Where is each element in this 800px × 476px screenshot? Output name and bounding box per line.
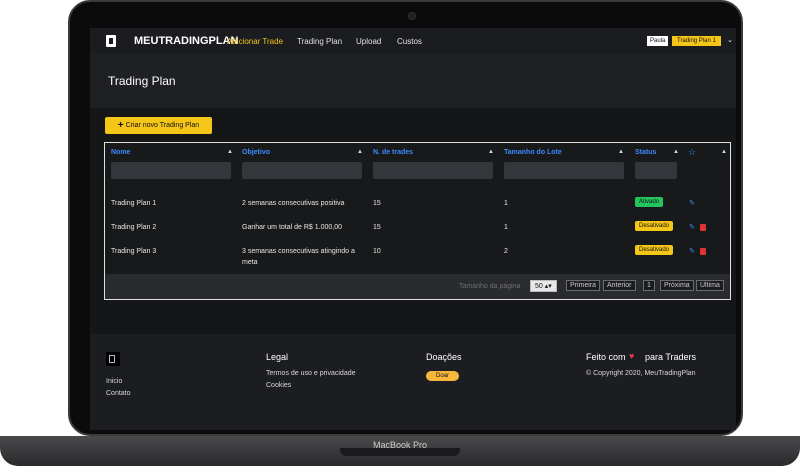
column-header-nome[interactable]: Nome — [111, 149, 130, 156]
first-page-button[interactable]: Primeira — [566, 280, 601, 291]
row1-trades: 15 — [373, 200, 381, 207]
current-plan-badge[interactable]: Trading Plan 1 — [672, 36, 721, 46]
brand-name[interactable]: MEUTRADINGPLAN — [134, 35, 239, 47]
sort-favorite-icon[interactable]: ▲ — [721, 149, 727, 155]
star-icon[interactable]: ☆ — [688, 147, 696, 158]
footer-donations-heading: Doações — [426, 352, 462, 362]
row1-nome: Trading Plan 1 — [111, 200, 157, 207]
camera-icon — [408, 12, 416, 20]
chevron-down-icon[interactable]: ⌄ — [727, 36, 733, 44]
app-screen: MEUTRADINGPLAN Adicionar Trade Trading P… — [90, 28, 736, 430]
plus-icon: + — [117, 120, 124, 131]
column-header-lote[interactable]: Tamanho do Lote — [504, 149, 562, 156]
page-header: Trading Plan — [90, 54, 736, 108]
footer-link-inicio[interactable]: Inicio — [106, 378, 122, 385]
sort-objetivo-icon[interactable]: ▲ — [357, 149, 363, 155]
nav-custos[interactable]: Custos — [397, 37, 422, 46]
row1-edit-icon[interactable]: ✎ — [689, 198, 695, 209]
column-header-trades[interactable]: N. de trades — [373, 149, 413, 156]
heart-icon: ♥ — [629, 351, 635, 361]
pagination-bar — [105, 274, 730, 299]
sort-nome-icon[interactable]: ▲ — [227, 149, 233, 155]
filter-status-input[interactable] — [635, 162, 677, 179]
current-page-button[interactable]: 1 — [643, 280, 655, 291]
footer — [90, 334, 736, 430]
create-trading-plan-button[interactable]: + Criar novo Trading Plan — [105, 117, 212, 134]
page-size-label: Tamanho da página — [459, 283, 521, 290]
filter-lote-input[interactable] — [504, 162, 624, 179]
footer-logo-icon[interactable] — [106, 352, 120, 366]
donate-button[interactable]: Doar — [426, 371, 459, 381]
user-badge[interactable]: Paula — [647, 36, 669, 46]
footer-made-with-prefix: Feito com — [586, 352, 626, 362]
last-page-button[interactable]: Ultima — [696, 280, 724, 291]
nav-upload[interactable]: Upload — [356, 37, 381, 46]
row3-lote: 2 — [504, 248, 508, 255]
filter-nome-input[interactable] — [111, 162, 231, 179]
page-size-value: 50 — [535, 283, 543, 290]
create-button-label: Criar novo Trading Plan — [125, 122, 200, 129]
column-header-status[interactable]: Status — [635, 149, 656, 156]
footer-made-with-suffix: para Traders — [645, 352, 697, 362]
row3-delete-icon[interactable] — [700, 248, 706, 255]
next-page-button[interactable]: Próxima — [660, 280, 694, 291]
row1-status-badge: Ativado — [635, 197, 664, 207]
footer-link-terms[interactable]: Termos de uso e privacidade — [266, 370, 356, 377]
row3-nome: Trading Plan 3 — [111, 248, 157, 255]
footer-legal-heading: Legal — [266, 352, 289, 362]
nav-adicionar-trade[interactable]: Adicionar Trade — [227, 37, 283, 46]
top-navbar: MEUTRADINGPLAN Adicionar Trade Trading P… — [90, 28, 736, 54]
column-header-objetivo[interactable]: Objetivo — [242, 149, 270, 156]
page-size-select[interactable]: 50 ▴▾ — [530, 280, 557, 292]
row2-lote: 1 — [504, 224, 508, 231]
row3-objetivo: 3 semanas consecutivas atingindo a meta — [242, 248, 355, 266]
row3-edit-icon[interactable]: ✎ — [689, 246, 695, 257]
brand-logo-icon[interactable] — [106, 35, 116, 47]
nav-trading-plan[interactable]: Trading Plan — [297, 37, 342, 46]
row2-nome: Trading Plan 2 — [111, 224, 157, 231]
row1-lote: 1 — [504, 200, 508, 207]
sort-status-icon[interactable]: ▲ — [673, 149, 679, 155]
row2-trades: 15 — [373, 224, 381, 231]
row2-edit-icon[interactable]: ✎ — [689, 222, 695, 233]
footer-copyright: © Copyright 2020, MeuTradingPlan — [586, 370, 696, 377]
row3-status-badge: Desativado — [635, 245, 674, 255]
sort-trades-icon[interactable]: ▲ — [488, 149, 494, 155]
sort-lote-icon[interactable]: ▲ — [618, 149, 624, 155]
page-title: Trading Plan — [108, 74, 176, 88]
previous-page-button[interactable]: Anterior — [603, 280, 636, 291]
row2-status-badge: Desativado — [635, 221, 674, 231]
row2-delete-icon[interactable] — [700, 224, 706, 231]
row1-objetivo: 2 semanas consecutivas positiva — [242, 200, 345, 207]
filter-trades-input[interactable] — [373, 162, 493, 179]
device-label: MacBook Pro — [372, 440, 428, 450]
row3-trades: 10 — [373, 248, 381, 255]
footer-link-cookies[interactable]: Cookies — [266, 382, 291, 389]
filter-objetivo-input[interactable] — [242, 162, 362, 179]
row2-objetivo: Ganhar um total de R$ 1.000,00 — [242, 224, 343, 231]
footer-link-contato[interactable]: Contato — [106, 390, 131, 397]
